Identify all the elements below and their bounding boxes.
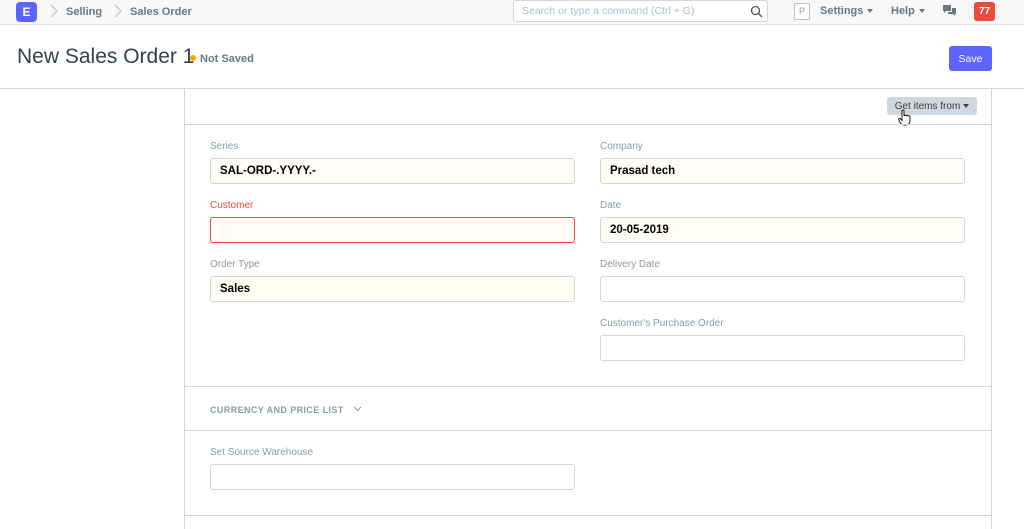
divider bbox=[185, 430, 991, 431]
chevron-right-icon bbox=[50, 4, 58, 18]
delivery-date-label: Delivery Date bbox=[600, 259, 661, 270]
series-field[interactable]: SAL-ORD-.YYYY.- bbox=[210, 158, 575, 184]
search-icon[interactable] bbox=[750, 5, 763, 18]
customer-label: Customer bbox=[210, 200, 254, 211]
awesome-bar bbox=[513, 0, 768, 22]
date-field[interactable]: 20-05-2019 bbox=[600, 217, 965, 243]
section-currency-price-list[interactable]: CURRENCY AND PRICE LIST bbox=[210, 405, 362, 415]
divider bbox=[185, 515, 991, 516]
status-dot bbox=[190, 55, 196, 61]
delivery-date-field[interactable] bbox=[600, 276, 965, 302]
status-indicator: Not Saved bbox=[190, 53, 254, 65]
source-warehouse-label: Set Source Warehouse bbox=[210, 447, 314, 458]
customer-po-field[interactable] bbox=[600, 335, 965, 361]
divider bbox=[185, 386, 991, 387]
status-text: Not Saved bbox=[200, 53, 254, 65]
help-menu[interactable]: Help bbox=[891, 5, 925, 17]
chat-icon[interactable] bbox=[942, 4, 957, 18]
user-avatar[interactable]: P bbox=[794, 3, 810, 20]
settings-menu[interactable]: Settings bbox=[820, 5, 874, 17]
notification-badge[interactable]: 77 bbox=[974, 2, 995, 21]
help-label: Help bbox=[891, 5, 915, 17]
series-label: Series bbox=[210, 141, 239, 152]
divider bbox=[185, 124, 991, 125]
customer-field[interactable] bbox=[210, 217, 575, 243]
order-type-label: Order Type bbox=[210, 259, 260, 270]
chevron-down-icon bbox=[353, 406, 362, 412]
caret-down-icon bbox=[867, 9, 874, 14]
settings-label: Settings bbox=[820, 5, 864, 17]
order-type-field[interactable]: Sales bbox=[210, 276, 575, 302]
search-input[interactable] bbox=[514, 1, 755, 21]
date-label: Date bbox=[600, 200, 622, 211]
section-title: CURRENCY AND PRICE LIST bbox=[210, 405, 344, 415]
app-logo[interactable]: E bbox=[16, 2, 37, 22]
company-field[interactable]: Prasad tech bbox=[600, 158, 965, 184]
page-title: New Sales Order 1 bbox=[17, 45, 195, 68]
caret-down-icon bbox=[918, 9, 925, 14]
breadcrumb-sales-order[interactable]: Sales Order bbox=[130, 6, 192, 18]
chevron-right-icon bbox=[114, 4, 122, 18]
navbar: E Selling Sales Order P Settings Help 77 bbox=[0, 0, 1024, 25]
form-layout: Get items from Series SAL-ORD-.YYYY.- Cu… bbox=[184, 89, 992, 529]
breadcrumb-selling[interactable]: Selling bbox=[66, 6, 102, 18]
save-button[interactable]: Save bbox=[949, 46, 992, 71]
source-warehouse-field[interactable] bbox=[210, 464, 575, 490]
company-label: Company bbox=[600, 141, 643, 152]
caret-down-icon bbox=[963, 103, 970, 108]
customer-po-label: Customer's Purchase Order bbox=[600, 318, 724, 329]
